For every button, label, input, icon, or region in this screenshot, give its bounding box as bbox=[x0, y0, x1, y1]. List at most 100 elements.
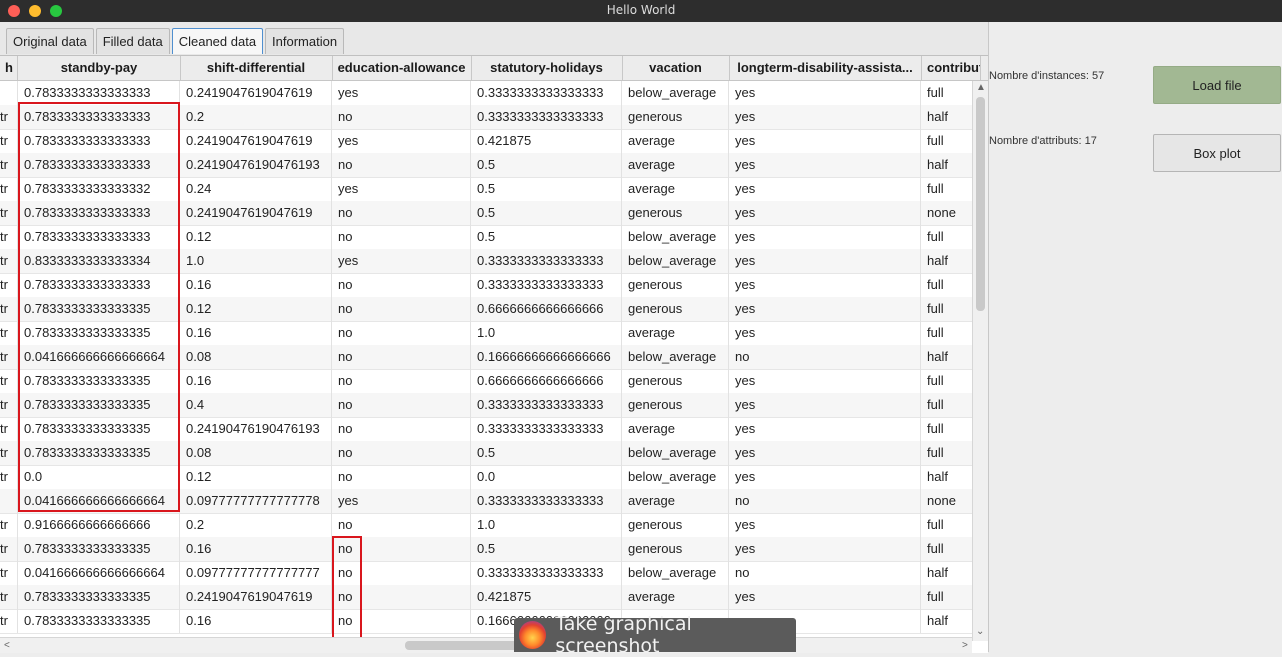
cell-col-education-allowance[interactable]: no bbox=[332, 105, 471, 129]
cell-col-shift-differential[interactable]: 0.12 bbox=[180, 297, 332, 321]
cell-col-education-allowance[interactable]: no bbox=[332, 513, 471, 537]
cell-col-shift-differential[interactable]: 0.16 bbox=[180, 273, 332, 297]
cell-col-vacation[interactable]: generous bbox=[622, 105, 729, 129]
table-row[interactable]: tr0.78333333333333350.16no0.166666666666… bbox=[0, 609, 981, 634]
cell-col-standby-pay[interactable]: 0.7833333333333335 bbox=[18, 441, 180, 465]
table-row[interactable]: tr 0.7833333333333335 0.16 no 1.0 average yes f… bbox=[0, 321, 981, 346]
cell-col-longterm-disability[interactable]: yes bbox=[729, 369, 921, 393]
load-file-button[interactable]: Load file bbox=[1153, 66, 1281, 104]
cell-col-education-allowance[interactable]: no bbox=[332, 297, 471, 321]
cell-col-vacation[interactable]: below_average bbox=[622, 249, 729, 273]
cell-col-education-allowance[interactable]: yes bbox=[332, 129, 471, 153]
cell-col-education-allowance[interactable]: no bbox=[332, 369, 471, 393]
scroll-up-arrow-icon[interactable]: ▲ bbox=[976, 83, 986, 93]
cell-col-statutory-holidays[interactable]: 1.0 bbox=[471, 513, 622, 537]
header-col-h[interactable]: h bbox=[0, 56, 18, 80]
header-col-shift-differential[interactable]: shift-differential bbox=[180, 56, 333, 80]
cell-col-vacation[interactable]: below_average bbox=[622, 465, 729, 489]
cell-col-h[interactable]: tr bbox=[0, 465, 18, 489]
cell-col-statutory-holidays[interactable]: 0.421875 bbox=[471, 585, 622, 609]
cell-col-shift-differential[interactable]: 0.2 bbox=[180, 513, 332, 537]
table-row[interactable]: tr 0.7833333333333335 0.4 no 0.3333333333333… bbox=[0, 393, 981, 418]
cell-col-vacation[interactable]: average bbox=[622, 585, 729, 609]
cell-col-longterm-disability[interactable]: yes bbox=[729, 201, 921, 225]
cell-col-statutory-holidays[interactable]: 0.3333333333333333 bbox=[471, 81, 622, 105]
cell-col-statutory-holidays[interactable]: 0.3333333333333333 bbox=[471, 561, 622, 585]
cell-col-h[interactable]: tr bbox=[0, 249, 18, 273]
header-col-vacation[interactable]: vacation bbox=[622, 56, 730, 80]
cell-col-h[interactable]: tr bbox=[0, 609, 18, 633]
header-col-longterm-disability[interactable]: longterm-disability-assista... bbox=[729, 56, 922, 80]
cell-col-vacation[interactable]: generous bbox=[622, 513, 729, 537]
table-row[interactable]: tr 0.7833333333333335 0.08 no 0.5 below_avera… bbox=[0, 441, 981, 466]
cell-col-standby-pay[interactable]: 0.7833333333333335 bbox=[18, 369, 180, 393]
tab-cleaned-data[interactable]: Cleaned data bbox=[171, 28, 264, 54]
screenshot-toast[interactable]: Take graphical screenshot bbox=[514, 613, 796, 657]
cell-col-longterm-disability[interactable]: yes bbox=[729, 321, 921, 345]
cell-col-longterm-disability[interactable]: yes bbox=[729, 129, 921, 153]
table-row[interactable]: tr 0.8333333333333334 1.0 yes 0.333333333333… bbox=[0, 249, 981, 274]
cell-col-shift-differential[interactable]: 0.16 bbox=[180, 321, 332, 345]
cell-col-education-allowance[interactable]: no bbox=[332, 153, 471, 177]
cell-col-h[interactable]: tr bbox=[0, 201, 18, 225]
cell-col-shift-differential[interactable]: 0.09777777777777777 bbox=[180, 561, 332, 585]
cell-col-vacation[interactable]: average bbox=[622, 153, 729, 177]
cell-col-vacation[interactable]: below_average bbox=[622, 345, 729, 369]
cell-col-vacation[interactable]: generous bbox=[622, 201, 729, 225]
cell-col-education-allowance[interactable]: no bbox=[332, 609, 471, 633]
cell-col-statutory-holidays[interactable]: 1.0 bbox=[471, 321, 622, 345]
cell-col-h[interactable]: tr bbox=[0, 561, 18, 585]
cell-col-shift-differential[interactable]: 0.16 bbox=[180, 609, 332, 633]
cell-col-statutory-holidays[interactable]: 0.5 bbox=[471, 537, 622, 561]
cell-col-education-allowance[interactable]: no bbox=[332, 561, 471, 585]
cell-col-education-allowance[interactable]: no bbox=[332, 393, 471, 417]
header-col-statutory-holidays[interactable]: statutory-holidays bbox=[471, 56, 623, 80]
cell-col-education-allowance[interactable]: yes bbox=[332, 489, 471, 513]
table-row[interactable]: tr 0.7833333333333333 0.2 no 0.3333333333333… bbox=[0, 105, 981, 130]
cell-col-shift-differential[interactable]: 0.24 bbox=[180, 177, 332, 201]
cell-col-longterm-disability[interactable]: yes bbox=[729, 441, 921, 465]
table-row[interactable]: tr 0.0 0.12 no 0.0 below_average yes half bbox=[0, 465, 981, 490]
cell-col-h[interactable] bbox=[0, 489, 18, 513]
table-row[interactable]: tr 0.7833333333333333 0.2419047619047619 ye… bbox=[0, 129, 981, 154]
cell-col-education-allowance[interactable]: no bbox=[332, 225, 471, 249]
cell-col-shift-differential[interactable]: 0.2419047619047619 bbox=[180, 129, 332, 153]
header-col-standby-pay[interactable]: standby-pay bbox=[18, 56, 181, 80]
cell-col-shift-differential[interactable]: 0.16 bbox=[180, 369, 332, 393]
cell-col-statutory-holidays[interactable]: 0.16666666666666666 bbox=[471, 345, 622, 369]
cell-col-education-allowance[interactable]: yes bbox=[332, 81, 471, 105]
cell-col-shift-differential[interactable]: 0.16 bbox=[180, 537, 332, 561]
table-row[interactable]: tr 0.9166666666666666 0.2 no 1.0 generous yes f… bbox=[0, 513, 981, 538]
cell-col-standby-pay[interactable]: 0.8333333333333334 bbox=[18, 249, 180, 273]
cell-col-longterm-disability[interactable]: no bbox=[729, 345, 921, 369]
cell-col-vacation[interactable]: below_average bbox=[622, 561, 729, 585]
cell-col-standby-pay[interactable]: 0.7833333333333335 bbox=[18, 585, 180, 609]
cell-col-statutory-holidays[interactable]: 0.6666666666666666 bbox=[471, 369, 622, 393]
cell-col-h[interactable]: tr bbox=[0, 177, 18, 201]
cell-col-standby-pay[interactable]: 0.7833333333333335 bbox=[18, 297, 180, 321]
cell-col-standby-pay[interactable]: 0.041666666666666664 bbox=[18, 561, 180, 585]
cell-col-vacation[interactable]: below_average bbox=[622, 225, 729, 249]
cell-col-h[interactable]: tr bbox=[0, 537, 18, 561]
table-row[interactable]: 0.041666666666666664 0.09777777777777778 y… bbox=[0, 489, 981, 514]
cell-col-longterm-disability[interactable]: yes bbox=[729, 513, 921, 537]
cell-col-h[interactable]: tr bbox=[0, 417, 18, 441]
cell-col-longterm-disability[interactable]: yes bbox=[729, 465, 921, 489]
cell-col-shift-differential[interactable]: 0.2419047619047619 bbox=[180, 201, 332, 225]
cell-col-standby-pay[interactable]: 0.7833333333333333 bbox=[18, 273, 180, 297]
cell-col-vacation[interactable]: average bbox=[622, 177, 729, 201]
cell-col-education-allowance[interactable]: no bbox=[332, 201, 471, 225]
cell-col-standby-pay[interactable]: 0.7833333333333335 bbox=[18, 417, 180, 441]
cell-col-education-allowance[interactable]: no bbox=[332, 321, 471, 345]
cell-col-education-allowance[interactable]: no bbox=[332, 441, 471, 465]
cell-col-longterm-disability[interactable]: yes bbox=[729, 177, 921, 201]
cell-col-h[interactable]: tr bbox=[0, 225, 18, 249]
cell-col-education-allowance[interactable]: no bbox=[332, 585, 471, 609]
cell-col-standby-pay[interactable]: 0.7833333333333333 bbox=[18, 129, 180, 153]
cell-col-longterm-disability[interactable]: yes bbox=[729, 273, 921, 297]
table-row[interactable]: tr 0.7833333333333333 0.12 no 0.5 below_avera… bbox=[0, 225, 981, 250]
table-row[interactable]: tr 0.041666666666666664 0.08 no 0.1666666666… bbox=[0, 345, 981, 370]
cell-col-standby-pay[interactable]: 0.7833333333333333 bbox=[18, 201, 180, 225]
cell-col-statutory-holidays[interactable]: 0.0 bbox=[471, 465, 622, 489]
table-row[interactable]: tr 0.041666666666666664 0.0977777777777777… bbox=[0, 561, 981, 586]
